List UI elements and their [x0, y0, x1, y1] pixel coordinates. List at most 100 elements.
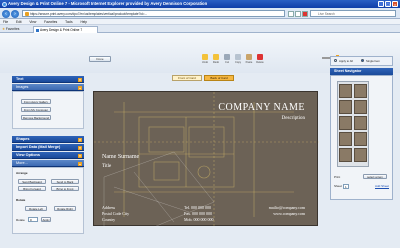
compat-icon[interactable] [288, 10, 294, 17]
card-company-name[interactable]: COMPANY NAME [218, 102, 305, 113]
address-text: https://secure.print.avery.com/dpo7/en/u… [30, 12, 148, 16]
text-section-header[interactable]: Text ▾ [12, 76, 84, 83]
more-section-header[interactable]: More... ▴ [12, 160, 84, 167]
sheet-label: Sheet [334, 184, 342, 188]
apply-mode-box: Apply to All Single Item [330, 56, 393, 66]
images-section-header[interactable]: Images ▴ [12, 84, 84, 91]
rotate-left-button[interactable]: Rotate Left [25, 206, 47, 211]
done-button[interactable]: Done [89, 56, 111, 62]
import-header-label: Import Data (Mail Merge) [16, 145, 61, 149]
send-to-back-button[interactable]: Send to Back [51, 179, 79, 184]
chevron-up-icon: ▴ [78, 85, 82, 90]
single-item-label: Single Item [366, 58, 380, 63]
rotate-right-button[interactable]: Rotate Right [54, 206, 76, 211]
cut-tool[interactable]: Cut [222, 53, 232, 67]
card-address[interactable]: Address [102, 205, 115, 210]
menu-edit[interactable]: Edit [16, 20, 22, 24]
sheet-card-thumb[interactable] [354, 148, 367, 162]
single-item-radio[interactable] [361, 59, 364, 62]
tab-avery[interactable]: Avery Design & Print Online 7 [33, 26, 98, 33]
sheet-card-thumb[interactable] [339, 148, 352, 162]
images-panel: From Avery Gallery From My Computer Remo… [12, 91, 84, 129]
tab-front-of-card[interactable]: Front of Card [172, 75, 202, 81]
ie-logo-icon [2, 1, 7, 7]
print-label: Print [334, 175, 341, 179]
delete-label: Delete [256, 61, 264, 64]
sheet-card-thumb[interactable] [339, 132, 352, 146]
tab-label: Avery Design & Print Online 7 [40, 28, 83, 32]
add-sheet-link[interactable]: Add Sheet [375, 184, 389, 188]
search-placeholder: Live Search [318, 12, 335, 16]
card-postal-city[interactable]: Postal Code City [102, 211, 129, 216]
favorites-button[interactable]: ★ Favorites [2, 27, 19, 31]
menu-favorites[interactable]: Favorites [44, 20, 57, 24]
images-header-label: Images [16, 85, 29, 89]
text-header-label: Text [16, 77, 24, 81]
rotate-input[interactable]: 0 [28, 217, 38, 222]
address-input[interactable]: https://secure.print.avery.com/dpo7/en/u… [22, 10, 285, 17]
sheet-card-thumb[interactable] [339, 116, 352, 130]
card-person-name[interactable]: Name Surname [102, 154, 139, 160]
print-select[interactable]: select a item [363, 174, 387, 179]
card-website[interactable]: www.company.com [273, 211, 305, 216]
sheet-card-thumb[interactable] [339, 84, 352, 98]
view-options-section-header[interactable]: View Options ▾ [12, 152, 84, 159]
tab-bar: ★ Favorites Avery Design & Print Online … [0, 25, 400, 33]
copy-tool[interactable]: Copy [233, 53, 243, 67]
chevron-down-icon: ▾ [78, 137, 82, 142]
left-panel: Text ▾ Images ▴ From Avery Gallery From My… [12, 76, 84, 234]
back-icon[interactable]: ‹ [2, 9, 10, 18]
redo-tool[interactable]: Redo [211, 53, 221, 67]
apply-all-radio[interactable] [334, 59, 337, 62]
card-fax[interactable]: Fax. 000 000 000 [184, 211, 212, 216]
from-avery-gallery-button[interactable]: From Avery Gallery [21, 99, 51, 104]
delete-tool[interactable]: Delete [255, 53, 265, 67]
design-canvas[interactable]: COMPANY NAME Description Name Surname Ti… [93, 91, 319, 227]
cut-label: Cut [224, 61, 230, 64]
view-header-label: View Options [16, 153, 40, 157]
shapes-header-label: Shapes [16, 137, 30, 141]
menu-view[interactable]: View [29, 20, 36, 24]
undo-label: Undo [201, 61, 209, 64]
card-person-title[interactable]: Title [102, 164, 111, 169]
card-tel[interactable]: Tel. 000 000 000 [184, 205, 211, 210]
menu-file[interactable]: File [3, 20, 8, 24]
bring-to-front-button[interactable]: Bring to Front [51, 186, 79, 191]
apply-rotate-button[interactable]: Apply [41, 217, 51, 222]
refresh-icon[interactable] [295, 10, 301, 17]
tab-back-of-card[interactable]: Back of Card [204, 75, 234, 81]
minimize-icon[interactable]: _ [378, 1, 384, 7]
chevron-down-icon: ▾ [78, 77, 82, 82]
sheet-card-thumb[interactable] [354, 100, 367, 114]
card-mobile[interactable]: Mob. 000 000 000 [184, 217, 214, 222]
shapes-section-header[interactable]: Shapes ▾ [12, 136, 84, 143]
card-country[interactable]: Country [102, 217, 115, 222]
remove-background-button[interactable]: Remove Background [21, 115, 51, 120]
sheet-card-thumb[interactable] [354, 116, 367, 130]
card-description[interactable]: Description [282, 116, 305, 121]
copy-icon [235, 54, 241, 60]
sheet-card-thumb[interactable] [354, 132, 367, 146]
sheet-number-input[interactable]: 1 [343, 184, 349, 189]
apply-all-label: Apply to All [339, 58, 353, 63]
paste-tool[interactable]: Paste [244, 53, 254, 67]
maximize-icon[interactable]: □ [385, 1, 391, 7]
undo-tool[interactable]: Undo [200, 53, 210, 67]
more-header-label: More... [16, 161, 28, 165]
from-my-computer-button[interactable]: From My Computer [21, 107, 51, 112]
star-icon: ★ [2, 26, 5, 31]
search-input[interactable]: Live Search [310, 10, 396, 17]
arrange-label: Arrange [16, 171, 28, 175]
menu-tools[interactable]: Tools [65, 20, 72, 24]
sheet-card-thumb[interactable] [339, 100, 352, 114]
sheet-navigator-panel: Print select a item Sheet 1 Add Sheet [330, 75, 393, 200]
menu-help[interactable]: Help [80, 20, 87, 24]
import-data-section-header[interactable]: Import Data (Mail Merge) ▾ [12, 144, 84, 151]
send-backward-button[interactable]: Send Backward [18, 179, 46, 184]
close-icon[interactable]: × [392, 1, 398, 7]
sheet-card-thumb[interactable] [354, 84, 367, 98]
bring-forward-button[interactable]: Bring Forward [18, 186, 46, 191]
stop-icon[interactable] [302, 10, 308, 17]
forward-icon[interactable]: › [11, 9, 19, 18]
card-email[interactable]: mailto@company.com [269, 205, 305, 210]
